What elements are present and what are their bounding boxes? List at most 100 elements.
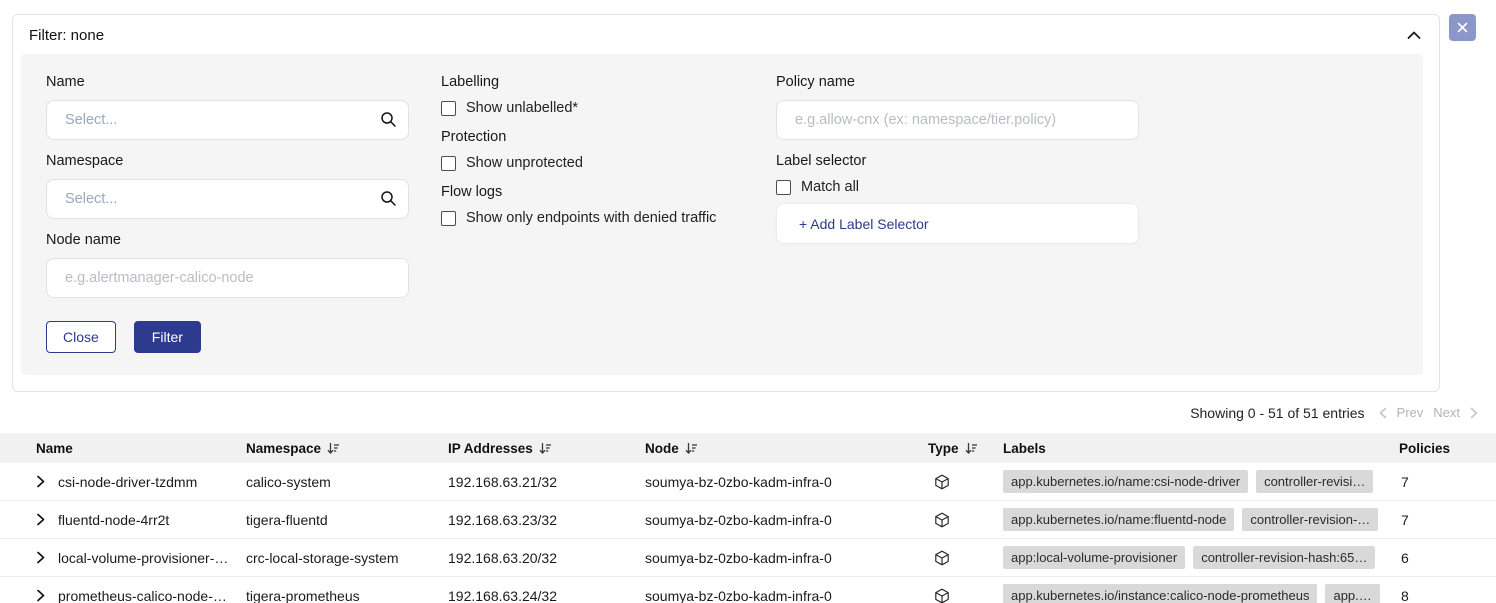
endpoint-policies-count: 7 — [1389, 512, 1496, 528]
dismiss-filter-button[interactable] — [1449, 14, 1476, 41]
node-name-field-label: Node name — [46, 232, 409, 248]
show-unprotected-label: Show unprotected — [466, 155, 583, 171]
chevron-right-icon — [36, 475, 45, 488]
chevron-right-icon — [36, 589, 45, 602]
endpoints-table: Name Namespace IP Addresses Node Type — [0, 433, 1496, 603]
prev-page-link[interactable]: Prev — [1397, 405, 1424, 420]
filter-button[interactable]: Filter — [134, 321, 201, 353]
sort-icon[interactable] — [539, 442, 552, 455]
table-row: local-volume-provisioner-… crc-local-sto… — [0, 539, 1496, 577]
sort-icon[interactable] — [327, 442, 340, 455]
table-row: csi-node-driver-tzdmm calico-system 192.… — [0, 463, 1496, 501]
endpoint-ip: 192.168.63.24/32 — [448, 588, 645, 603]
endpoint-policies-count: 6 — [1389, 550, 1496, 566]
endpoint-labels: app:local-volume-provisioner controller-… — [1003, 546, 1389, 569]
column-header-policies: Policies — [1389, 441, 1496, 456]
sort-icon[interactable] — [685, 442, 698, 455]
label-chip: app.kubernetes.io/instance:calico-node-p… — [1003, 584, 1317, 603]
endpoint-name: prometheus-calico-node-… — [58, 588, 246, 603]
column-header-namespace: Namespace — [246, 441, 448, 456]
show-unlabelled-label: Show unlabelled* — [466, 100, 578, 116]
chevron-right-icon — [36, 551, 45, 564]
add-label-selector-button[interactable]: + Add Label Selector — [776, 203, 1139, 244]
policy-name-field-label: Policy name — [776, 74, 1139, 90]
expand-row-button[interactable] — [36, 589, 58, 602]
filter-column-left: Name Namespace Node name — [46, 74, 409, 353]
pod-type-icon — [928, 550, 1003, 566]
endpoint-ip: 192.168.63.21/32 — [448, 474, 645, 490]
table-row: fluentd-node-4rr2t tigera-fluentd 192.16… — [0, 501, 1496, 539]
collapse-filter-button[interactable] — [1407, 31, 1421, 40]
show-unlabelled-checkbox[interactable] — [441, 101, 456, 116]
protection-heading: Protection — [441, 129, 744, 145]
namespace-field-label: Namespace — [46, 153, 409, 169]
entries-summary: Showing 0 - 51 of 51 entries — [1190, 405, 1364, 421]
top-area: Filter: none Name Namespace — [0, 0, 1496, 392]
flow-logs-heading: Flow logs — [441, 184, 744, 200]
filter-title: Filter: none — [29, 27, 104, 44]
endpoint-node: soumya-bz-0zbo-kadm-infra-0 — [645, 474, 928, 490]
filter-panel: Filter: none Name Namespace — [12, 14, 1440, 392]
column-header-type: Type — [928, 441, 1003, 456]
endpoint-name: fluentd-node-4rr2t — [58, 512, 246, 528]
table-header-row: Name Namespace IP Addresses Node Type — [0, 433, 1496, 463]
label-chip: app.… — [1325, 584, 1379, 603]
next-chevron-icon[interactable] — [1470, 407, 1478, 419]
label-chip: app:local-volume-provisioner — [1003, 546, 1185, 569]
pod-type-icon — [928, 588, 1003, 603]
show-unprotected-checkbox[interactable] — [441, 156, 456, 171]
close-button[interactable]: Close — [46, 321, 116, 353]
table-row: prometheus-calico-node-… tigera-promethe… — [0, 577, 1496, 603]
label-selector-heading: Label selector — [776, 153, 1139, 169]
label-chip: controller-revision-hash:65… — [1193, 546, 1375, 569]
label-chip: controller-revision-… — [1242, 508, 1378, 531]
endpoint-namespace: calico-system — [246, 474, 448, 490]
chevron-up-icon — [1407, 31, 1421, 40]
filter-column-middle: Labelling Show unlabelled* Protection Sh… — [441, 74, 744, 353]
label-chip: controller-revisi… — [1256, 470, 1373, 493]
column-header-labels: Labels — [1003, 441, 1389, 456]
search-icon — [380, 111, 397, 128]
endpoint-labels: app.kubernetes.io/name:csi-node-driver c… — [1003, 470, 1389, 493]
policy-name-input[interactable] — [776, 100, 1139, 140]
endpoint-namespace: tigera-fluentd — [246, 512, 448, 528]
endpoint-name: local-volume-provisioner-… — [58, 550, 246, 566]
endpoint-node: soumya-bz-0zbo-kadm-infra-0 — [645, 588, 928, 603]
close-icon — [1457, 22, 1468, 33]
name-field-label: Name — [46, 74, 409, 90]
filter-column-right: Policy name Label selector Match all + A… — [776, 74, 1139, 353]
filter-form: Name Namespace Node name — [21, 54, 1423, 375]
endpoint-policies-count: 7 — [1389, 474, 1496, 490]
sort-icon[interactable] — [965, 442, 978, 455]
column-header-name: Name — [36, 441, 246, 456]
next-page-link[interactable]: Next — [1433, 405, 1460, 420]
expand-row-button[interactable] — [36, 513, 58, 526]
pod-type-icon — [928, 512, 1003, 528]
endpoint-node: soumya-bz-0zbo-kadm-infra-0 — [645, 550, 928, 566]
denied-traffic-label: Show only endpoints with denied traffic — [466, 210, 716, 226]
endpoint-labels: app.kubernetes.io/name:fluentd-node cont… — [1003, 508, 1389, 531]
match-all-label: Match all — [801, 179, 859, 195]
node-name-input[interactable] — [46, 258, 409, 298]
prev-chevron-icon[interactable] — [1379, 407, 1387, 419]
namespace-select-input[interactable] — [46, 179, 409, 219]
endpoint-namespace: crc-local-storage-system — [246, 550, 448, 566]
expand-row-button[interactable] — [36, 475, 58, 488]
label-chip: app.kubernetes.io/name:fluentd-node — [1003, 508, 1234, 531]
endpoint-node: soumya-bz-0zbo-kadm-infra-0 — [645, 512, 928, 528]
match-all-checkbox[interactable] — [776, 180, 791, 195]
search-icon — [380, 190, 397, 207]
endpoint-ip: 192.168.63.23/32 — [448, 512, 645, 528]
pod-type-icon — [928, 474, 1003, 490]
endpoint-labels: app.kubernetes.io/instance:calico-node-p… — [1003, 584, 1389, 603]
chevron-right-icon — [36, 513, 45, 526]
name-select-input[interactable] — [46, 100, 409, 140]
pagination-bar: Showing 0 - 51 of 51 entries Prev Next — [0, 392, 1496, 433]
endpoint-ip: 192.168.63.20/32 — [448, 550, 645, 566]
expand-row-button[interactable] — [36, 551, 58, 564]
column-header-ip-addresses: IP Addresses — [448, 441, 645, 456]
labelling-heading: Labelling — [441, 74, 744, 90]
endpoint-name: csi-node-driver-tzdmm — [58, 474, 246, 490]
denied-traffic-checkbox[interactable] — [441, 211, 456, 226]
filter-panel-header: Filter: none — [13, 15, 1439, 54]
